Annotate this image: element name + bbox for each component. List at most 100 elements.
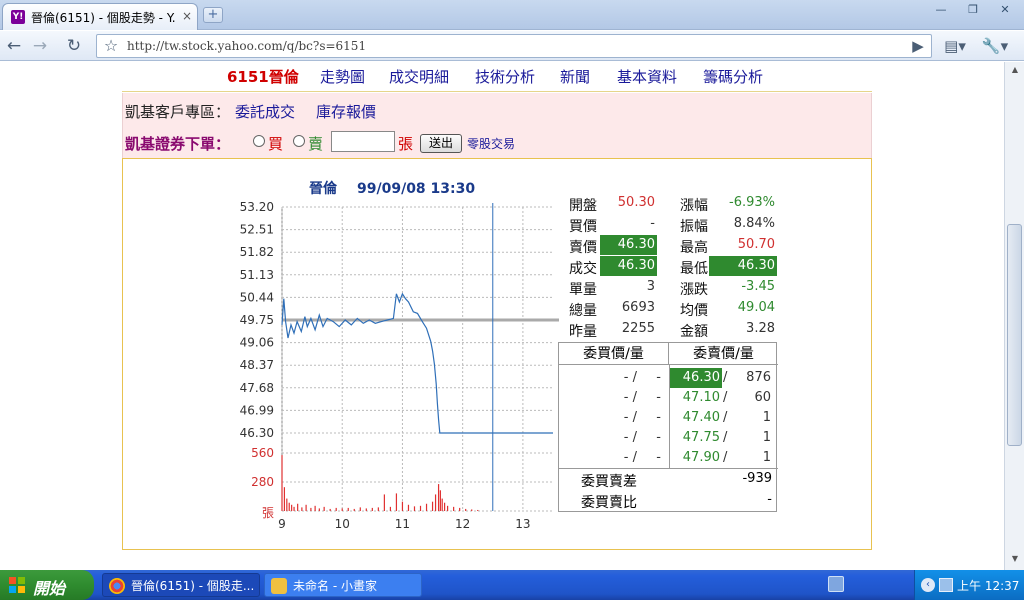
tray-expand-icon[interactable]: ‹: [921, 578, 935, 592]
browser-tab-strip: Y! 晉倫(6151) - 個股走勢 - Y... × + — ❐ ✕: [0, 0, 1024, 30]
price-tick-label: 52.51: [240, 223, 274, 237]
odd-lot-link[interactable]: 零股交易: [467, 135, 515, 152]
sell-radio-label: 賣: [308, 135, 324, 153]
new-tab-button[interactable]: +: [203, 7, 223, 23]
wrench-menu-icon[interactable]: 🔧▾: [978, 35, 1012, 57]
vertical-scrollbar[interactable]: ▲ ▼: [1004, 62, 1024, 570]
stock-symbol-link[interactable]: 6151晉倫: [227, 66, 299, 87]
chrome-icon: [109, 578, 125, 594]
last-label: 成交: [569, 261, 597, 277]
task-chrome[interactable]: 晉倫(6151) - 個股走...: [102, 573, 260, 597]
amplitude-value: 8.84%: [733, 216, 775, 231]
task-paint[interactable]: 未命名 - 小畫家: [264, 573, 422, 597]
bid-qty-cell: -: [656, 410, 661, 425]
time-tick-label: 12: [455, 517, 470, 531]
tick-volume-label: 單量: [569, 282, 597, 298]
bid-price-cell: - /: [623, 390, 637, 405]
entrust-link[interactable]: 委託成交: [235, 101, 295, 122]
back-arrow-icon[interactable]: ←: [2, 35, 26, 57]
broker-area-label: 凱基客戶專區：: [125, 103, 231, 121]
ask-label: 賣價: [569, 240, 597, 256]
start-button[interactable]: 開始: [0, 570, 94, 600]
url-text[interactable]: http://tw.stock.yahoo.com/q/bc?s=6151: [127, 39, 366, 53]
chart-panel: 晉倫 99/09/08 13:30 53.20 52.51 51.82 51.13 50…: [122, 158, 872, 550]
address-bar[interactable]: ☆ http://tw.stock.yahoo.com/q/bc?s=6151: [96, 34, 932, 58]
order-book-separator: [559, 468, 778, 469]
nav-item-technical[interactable]: 技術分析: [475, 66, 535, 87]
time-tick-label: 11: [395, 517, 410, 531]
price-tick-label: 53.20: [240, 200, 274, 214]
quantity-unit: 張: [398, 135, 414, 153]
price-tick-label: 50.44: [240, 290, 274, 304]
change-label: 漲跌: [680, 282, 708, 298]
bid-ask-ratio-value: -: [767, 492, 772, 507]
amount-label: 金額: [680, 324, 708, 340]
ask-qty-cell: 876: [746, 370, 771, 385]
start-label: 開始: [33, 579, 66, 598]
scroll-up-icon[interactable]: ▲: [1008, 64, 1022, 76]
nav-item-news[interactable]: 新聞: [560, 66, 590, 87]
bid-price-cell: - /: [623, 450, 637, 465]
prev-volume-label: 昨量: [569, 324, 597, 340]
buy-radio-label: 買: [268, 135, 284, 153]
prev-volume-value: 2255: [621, 321, 655, 336]
nav-item-chart[interactable]: 走勢圖: [320, 66, 365, 87]
page-menu-icon[interactable]: ▤▾: [940, 35, 970, 57]
scroll-down-icon[interactable]: ▼: [1008, 552, 1022, 566]
price-line: [281, 292, 553, 434]
ask-qty-cell: 60: [754, 390, 771, 405]
ask-price-cell: 47.40: [682, 410, 720, 425]
bid-qty-cell: -: [656, 430, 661, 445]
ask-qty-cell: 1: [762, 430, 771, 445]
paint-icon: [271, 578, 287, 594]
ask-price-cell: 47.10: [682, 390, 720, 405]
low-value: 46.30: [709, 256, 777, 276]
window-close-icon[interactable]: ✕: [990, 0, 1020, 20]
time-tick-label: 10: [335, 517, 350, 531]
quantity-input[interactable]: [331, 131, 395, 152]
buy-radio[interactable]: [253, 135, 265, 147]
volume-tick-label: 560: [251, 446, 274, 460]
total-volume-label: 總量: [569, 303, 597, 319]
volume-tick-label: 280: [251, 475, 274, 489]
network-icon[interactable]: [939, 578, 953, 592]
bid-ask-diff-value: -939: [742, 471, 772, 486]
reload-icon[interactable]: ↻: [62, 35, 86, 57]
nav-divider: [122, 91, 872, 92]
nav-item-chips[interactable]: 籌碼分析: [703, 66, 763, 87]
bid-price-cell: - /: [623, 430, 637, 445]
inventory-link[interactable]: 庫存報價: [316, 101, 376, 122]
bookmark-star-icon[interactable]: ☆: [101, 36, 121, 56]
submit-order-button[interactable]: 送出: [420, 134, 462, 153]
amplitude-label: 振幅: [680, 219, 708, 235]
price-tick-label: 46.30: [240, 426, 274, 440]
bid-price-cell: - /: [623, 370, 637, 385]
change-pct-value: -6.93%: [729, 195, 775, 210]
nav-item-profile[interactable]: 基本資料: [617, 66, 677, 87]
minimize-icon[interactable]: —: [926, 0, 956, 20]
forward-arrow-icon[interactable]: →: [28, 35, 52, 57]
price-tick-label: 49.06: [240, 336, 274, 350]
scroll-thumb[interactable]: [1007, 224, 1022, 446]
browser-toolbar: ← → ↻ ☆ http://tw.stock.yahoo.com/q/bc?s…: [0, 31, 1024, 61]
sell-radio[interactable]: [293, 135, 305, 147]
go-arrow-icon[interactable]: ▶: [906, 35, 930, 57]
broker-order-box: 凱基客戶專區： 委託成交 庫存報價 凱基證券下單： 買 賣 張 送出 零股交易: [122, 93, 872, 158]
change-value: -3.45: [741, 279, 775, 294]
chart-datetime: 99/09/08 13:30: [357, 181, 475, 197]
tab-close-icon[interactable]: ×: [180, 8, 194, 24]
open-value: 50.30: [617, 195, 655, 210]
price-tick-label: 46.99: [240, 403, 274, 417]
show-desktop-icon[interactable]: [828, 576, 844, 592]
price-tick-label: 48.37: [240, 358, 274, 372]
nav-item-trades[interactable]: 成交明細: [389, 66, 449, 87]
volume-tick-label: 張: [262, 506, 274, 520]
chart-stock-name: 晉倫: [309, 180, 338, 197]
avg-price-value: 49.04: [737, 300, 775, 315]
total-volume-value: 6693: [621, 300, 655, 315]
maximize-icon[interactable]: ❐: [958, 0, 988, 20]
task-paint-label: 未命名 - 小畫家: [293, 579, 377, 593]
price-tick-label: 49.75: [240, 313, 274, 327]
quote-table: 開盤 50.30 買價 - 賣價 46.30 成交 46.30 單量 3 總量 …: [559, 195, 779, 342]
browser-tab[interactable]: Y! 晉倫(6151) - 個股走勢 - Y... ×: [2, 3, 198, 30]
